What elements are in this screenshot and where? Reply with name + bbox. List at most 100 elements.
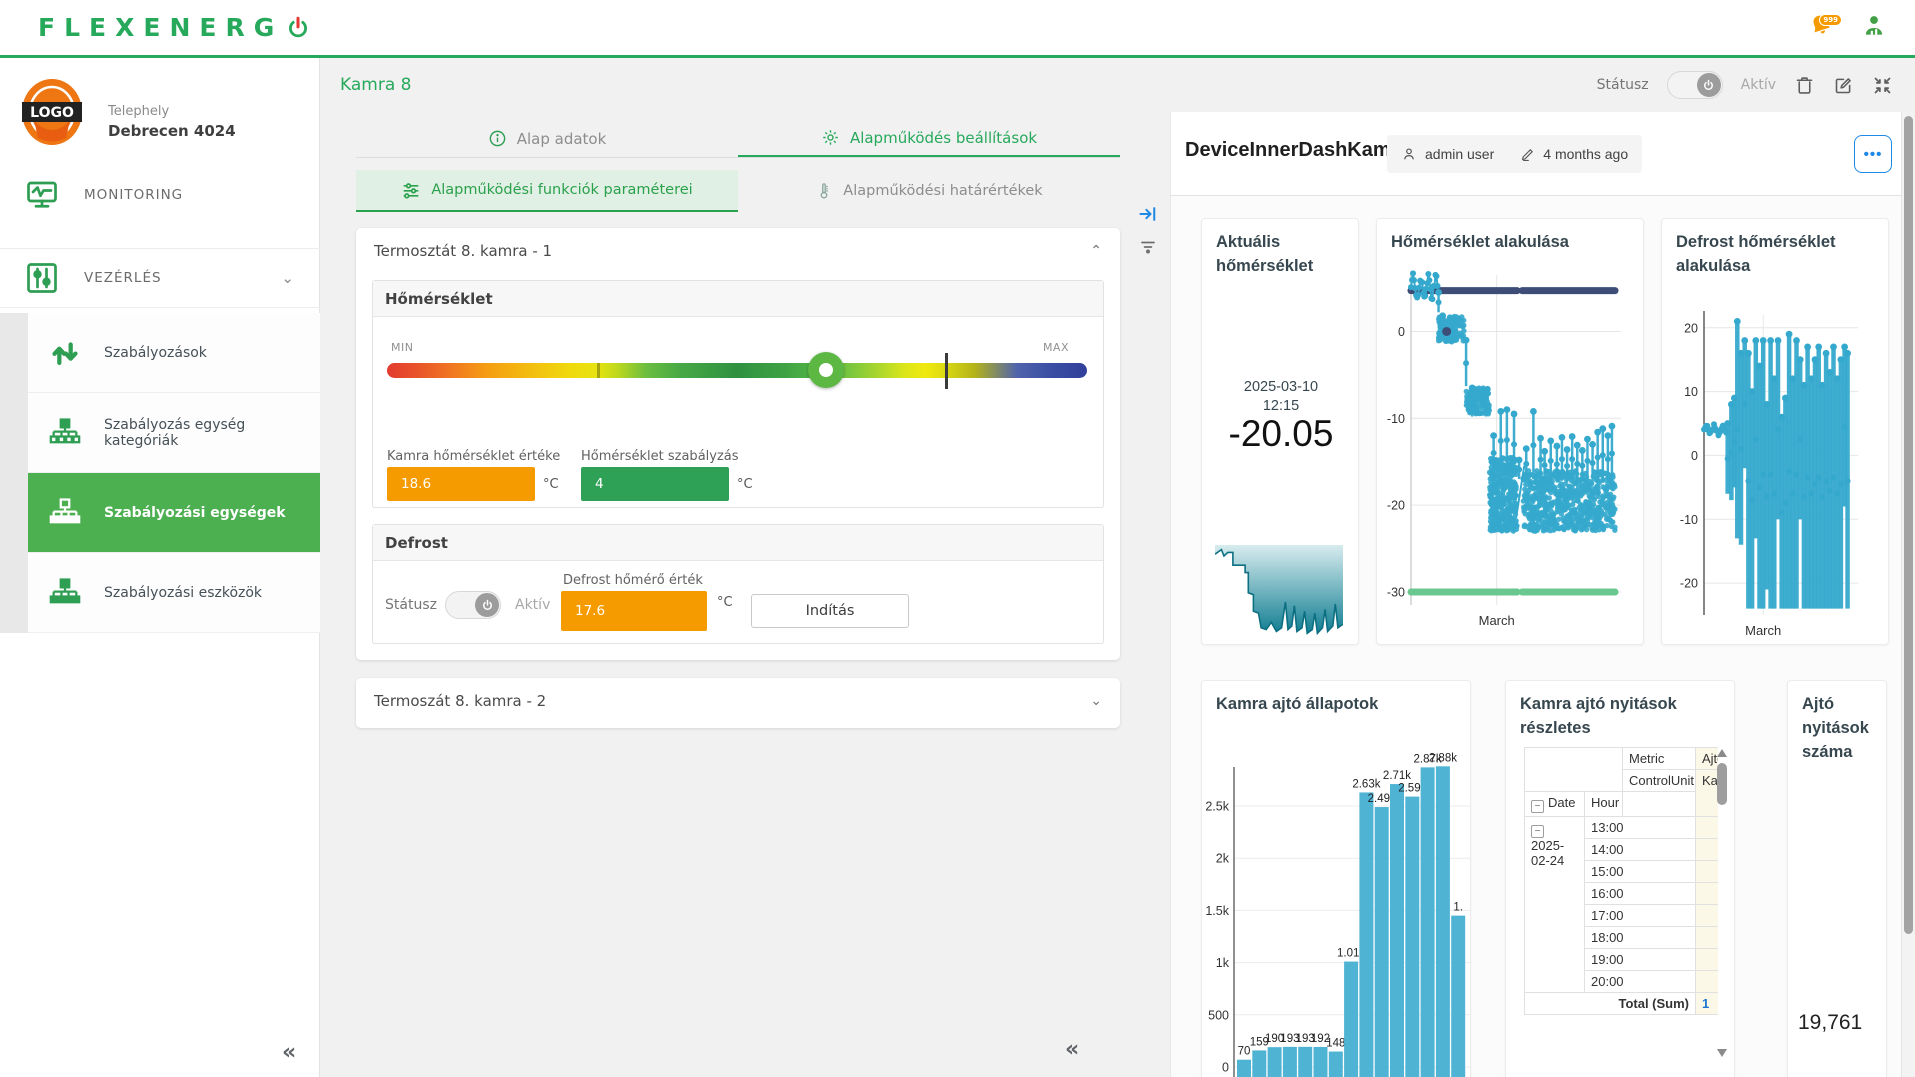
svg-text:-20: -20 <box>1387 499 1405 513</box>
stat-timestamp-date: 2025-03-10 <box>1202 379 1359 395</box>
setpoint-input[interactable]: 4 <box>581 467 729 501</box>
hour-cell: 15:00 <box>1585 861 1696 883</box>
svg-text:March: March <box>1745 623 1781 638</box>
value-cell <box>1696 839 1719 861</box>
temp-value-label: Kamra hőmérséklet értéke <box>387 449 560 464</box>
thermostat-panel-2: Termoszát 8. kamra - 2 ⌄ <box>356 678 1120 728</box>
setpoint-label: Hőmérséklet szabályzás <box>581 449 739 464</box>
sliders-icon <box>24 260 60 296</box>
collapse-group-icon[interactable]: − <box>1531 825 1544 838</box>
date-header[interactable]: −Date <box>1525 792 1585 817</box>
tab-bar: Alap adatok Alapműködés beállítások <box>356 120 1120 158</box>
accordion-header[interactable]: Termosztát 8. kamra - 1 ⌃ <box>356 228 1120 274</box>
form-pane-collapse-button[interactable]: « <box>1065 1037 1079 1062</box>
sidebar-item-szabalyozasok[interactable]: Szabályozások <box>28 313 320 393</box>
sidebar-item-vezerles[interactable]: VEZÉRLÉS ⌄ <box>0 248 320 308</box>
value-cell <box>1696 927 1719 949</box>
chevron-down-icon[interactable]: ⌄ <box>281 269 294 287</box>
temperature-history-chart: 0-10-20-30March <box>1383 259 1637 643</box>
filter-icon[interactable] <box>1139 238 1157 256</box>
defrost-status-toggle[interactable] <box>445 591 501 619</box>
sidebar-submenu: Szabályozások Szabályozás egység kategór… <box>0 313 320 633</box>
panel-title: Termosztát 8. kamra - 1 <box>374 242 552 260</box>
defrost-status-value: Aktív <box>515 597 550 613</box>
sidebar-item-label: MONITORING <box>84 187 183 203</box>
thermostat-panel-1: Termosztát 8. kamra - 1 ⌃ Hőmérséklet MI… <box>356 228 1120 660</box>
compress-icon[interactable] <box>1872 75 1893 96</box>
accordion-header[interactable]: Termoszát 8. kamra - 2 ⌄ <box>356 678 1120 724</box>
svg-text:1.: 1. <box>1453 902 1463 914</box>
hour-cell: 18:00 <box>1585 927 1696 949</box>
temperature-slider[interactable] <box>387 363 1087 378</box>
dashboard-meta-chip: admin user 4 months ago <box>1387 135 1642 173</box>
dashboard-scrollbar[interactable] <box>1901 112 1915 1077</box>
subtab-hatarertekek[interactable]: Alapműködési határértékek <box>738 170 1120 212</box>
up-down-arrows-icon <box>48 336 82 370</box>
value-cell <box>1696 905 1719 927</box>
scroll-thumb[interactable] <box>1717 763 1727 805</box>
date-group-cell[interactable]: −2025-02-24 <box>1525 817 1585 993</box>
svg-text:70: 70 <box>1238 1046 1251 1058</box>
hour-cell: 20:00 <box>1585 971 1696 993</box>
scroll-thumb[interactable] <box>1904 116 1913 934</box>
svg-text:2.63k: 2.63k <box>1352 778 1380 790</box>
sidebar-item-szabalyozasi-eszkozok[interactable]: Szabályozási eszközök <box>28 553 320 633</box>
hour-cell: 16:00 <box>1585 883 1696 905</box>
notifications-bell-icon[interactable]: 999 <box>1807 12 1835 40</box>
slider-handle[interactable] <box>808 352 844 388</box>
subtab-funkciok-parameterei[interactable]: Alapműködési funkciók paraméterei <box>356 170 738 212</box>
scroll-up-arrow[interactable] <box>1717 749 1727 757</box>
stat-timestamp-time: 12:15 <box>1202 398 1359 414</box>
hour-header: Hour <box>1585 792 1623 817</box>
value-cell <box>1696 971 1719 993</box>
slider-min-label: MIN <box>391 341 413 354</box>
sidebar-collapse-button[interactable]: « <box>282 1040 296 1065</box>
dashboard-pane: DeviceInnerDashKamra admin user 4 months… <box>1170 112 1915 1077</box>
chevron-up-icon[interactable]: ⌃ <box>1090 243 1102 259</box>
gear-icon <box>821 128 840 147</box>
expand-right-icon[interactable] <box>1138 204 1158 224</box>
subtab-bar: Alapműködési funkciók paraméterei Alapmű… <box>356 170 1120 212</box>
defrost-value-input[interactable]: 17.6 <box>561 591 707 631</box>
info-icon <box>488 129 507 148</box>
card-title: Aktuális hőmérséklet <box>1216 231 1336 279</box>
tab-alapmukodes-beallitasok[interactable]: Alapműködés beállítások <box>738 120 1120 157</box>
user-icon[interactable] <box>1861 13 1887 39</box>
sidebar-item-label: Szabályozási egységek <box>104 505 286 521</box>
section-title: Hőmérséklet <box>373 281 1103 317</box>
start-defrost-button[interactable]: Indítás <box>751 594 909 628</box>
scroll-down-arrow[interactable] <box>1717 1049 1727 1057</box>
dashboard-title: DeviceInnerDashKamra <box>1185 139 1410 162</box>
hour-cell: 19:00 <box>1585 949 1696 971</box>
sidebar-item-label: Szabályozások <box>104 345 207 361</box>
defrost-section: Defrost Státusz Aktív Defrost hőmérő ért… <box>372 524 1104 644</box>
svg-text:1k: 1k <box>1216 956 1230 970</box>
defrost-unit: °C <box>717 595 733 610</box>
delete-icon[interactable] <box>1794 75 1815 96</box>
status-toggle[interactable] <box>1667 71 1723 99</box>
card-defrost-homerseklet-alakulasa: Defrost hőmérséklet alakulása 20100-10-2… <box>1661 218 1889 645</box>
monitor-icon <box>24 177 60 213</box>
table-vertical-scrollbar[interactable] <box>1716 749 1728 1057</box>
svg-text:148: 148 <box>1326 1038 1345 1050</box>
sidebar-item-szabalyozas-egyseg-kategoriak[interactable]: Szabályozás egység kategóriák <box>28 393 320 473</box>
hierarchy-icon <box>48 576 82 610</box>
card-ajto-nyitasok-szama: Ajtó nyitások száma 19,761 <box>1787 680 1887 1077</box>
tab-alap-adatok[interactable]: Alap adatok <box>356 120 738 157</box>
slider-setpoint-marker <box>945 353 948 389</box>
collapse-group-icon[interactable]: − <box>1531 800 1544 813</box>
svg-text:2.5k: 2.5k <box>1205 800 1229 814</box>
chevron-down-icon[interactable]: ⌄ <box>1090 693 1102 709</box>
sidebar-item-monitoring[interactable]: MONITORING <box>0 165 320 225</box>
card-kamra-ajto-nyitasok-reszletes: Kamra ajtó nyitások részletes MetricAjtó… <box>1505 680 1735 1077</box>
brand-text: FLEXENERG <box>38 13 283 42</box>
temp-value-input[interactable]: 18.6 <box>387 467 535 501</box>
svg-text:LOGO: LOGO <box>30 105 74 121</box>
pencil-icon <box>1520 147 1535 162</box>
svg-text:March: March <box>1479 613 1515 628</box>
app-logo: FLEXENERG <box>38 13 311 42</box>
sidebar-item-szabalyozasi-egysegek[interactable]: Szabályozási egységek <box>28 473 320 553</box>
sidebar: LOGO Telephely Debrecen 4024 MONITORING … <box>0 58 320 1077</box>
dashboard-menu-button[interactable]: ••• <box>1854 135 1892 173</box>
edit-icon[interactable] <box>1833 75 1854 96</box>
